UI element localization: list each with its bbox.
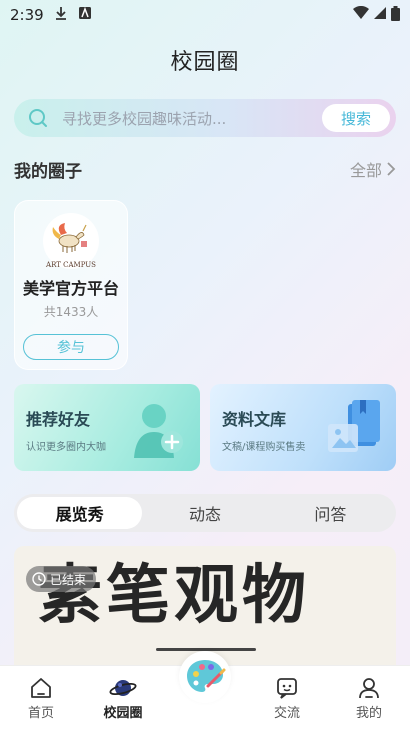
search-button[interactable]: 搜索 [322, 104, 390, 132]
download-icon [54, 6, 68, 24]
chat-icon [277, 678, 297, 699]
clock-icon [32, 572, 46, 586]
nav-label: 校园圈 [103, 706, 143, 721]
home-icon [31, 678, 51, 698]
view-all-link[interactable]: 全部 [350, 157, 396, 181]
search-input[interactable]: 寻找更多校园趣味活动... [62, 108, 322, 129]
add-friend-icon [130, 398, 190, 466]
circle-logo-text: ART CAMPUS [46, 261, 96, 269]
nav-label: 首页 [27, 706, 54, 721]
profile-icon [359, 678, 379, 699]
signal-icon [373, 6, 387, 24]
search-icon [14, 99, 62, 137]
nav-home[interactable]: 首页 [0, 666, 82, 721]
wifi-icon [353, 5, 369, 24]
tab-moments[interactable]: 动态 [142, 497, 267, 529]
search-bar[interactable]: 寻找更多校园趣味活动... 搜索 [14, 99, 396, 137]
battery-icon [391, 5, 400, 25]
content-tabs: 展览秀 动态 问答 [14, 494, 396, 532]
recommend-friends-card[interactable]: 推荐好友 认识更多圈内大咖 [14, 384, 200, 471]
create-button[interactable] [179, 651, 231, 703]
status-time: 2:39 [10, 6, 44, 24]
nav-label: 交流 [273, 706, 300, 721]
palette-icon [187, 660, 226, 692]
view-all-label: 全部 [349, 161, 382, 180]
document-library-card[interactable]: 资料文库 文稿/课程购买售卖 [210, 384, 396, 471]
circle-card[interactable]: ART CAMPUS 美学官方平台 共1433人 参与 [14, 200, 128, 370]
planet-icon [109, 680, 137, 696]
library-books-icon [326, 398, 386, 466]
tab-qa[interactable]: 问答 [268, 497, 393, 529]
nav-profile[interactable]: 我的 [328, 666, 410, 721]
nav-label: 我的 [355, 706, 382, 721]
circle-member-count: 共1433人 [43, 305, 99, 319]
tab-exhibition[interactable]: 展览秀 [17, 497, 143, 529]
status-badge: 已结束 [26, 566, 97, 592]
my-circles-header: 我的圈子 全部 [14, 156, 396, 182]
page-title: 校园圈 [170, 50, 240, 75]
app-a-icon [78, 6, 92, 24]
join-button[interactable]: 参与 [23, 334, 119, 360]
section-title: 我的圈子 [14, 161, 82, 182]
circle-name: 美学官方平台 [22, 279, 119, 298]
nav-campus-circle[interactable]: 校园圈 [82, 666, 164, 721]
status-bar: 2:39 [0, 0, 410, 30]
chevron-right-icon [387, 162, 396, 176]
nav-chat[interactable]: 交流 [246, 666, 328, 721]
status-badge-label: 已结束 [50, 572, 87, 587]
